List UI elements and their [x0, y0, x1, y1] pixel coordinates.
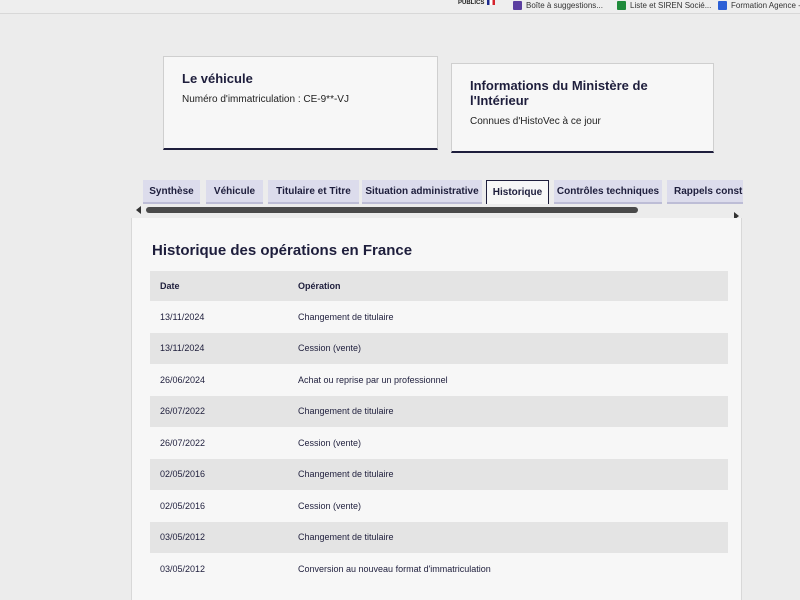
tab-historique[interactable]: Historique: [486, 180, 549, 204]
row-operation: Conversion au nouveau format d'immatricu…: [288, 553, 728, 585]
row-date: 02/05/2016: [150, 458, 288, 490]
tab-rappels-constructeur[interactable]: Rappels constru: [667, 180, 743, 204]
doc-icon: [718, 1, 727, 10]
table-row: 03/05/2012 Conversion au nouveau format …: [150, 553, 728, 585]
scroll-left-arrow-icon[interactable]: [136, 206, 141, 214]
row-operation: Changement de titulaire: [288, 458, 728, 490]
vehicle-card-title: Le véhicule: [182, 71, 253, 86]
table-header-row: Date Opération: [150, 271, 728, 301]
tab-bar: Synthèse Véhicule Titulaire et Titre Sit…: [143, 180, 743, 206]
tab-titulaire-titre[interactable]: Titulaire et Titre: [268, 180, 359, 204]
bookmark-suggestions[interactable]: Boîte à suggestions...: [513, 1, 603, 10]
flag-icon: [487, 0, 496, 5]
table-row: 26/06/2024 Achat ou reprise par un profe…: [150, 364, 728, 396]
spreadsheet-icon: [617, 1, 626, 10]
tab-situation-administrative[interactable]: Situation administrative: [362, 180, 482, 204]
table-row: 03/05/2012 Changement de titulaire: [150, 521, 728, 553]
column-header-operation: Opération: [288, 271, 728, 301]
row-operation: Cession (vente): [288, 427, 728, 459]
row-date: 13/11/2024: [150, 332, 288, 364]
row-date: 26/06/2024: [150, 364, 288, 396]
republique-logo: PUBLICS: [458, 0, 496, 7]
tab-controles-techniques[interactable]: Contrôles techniques: [554, 180, 662, 204]
document-icon: [513, 1, 522, 10]
row-date: 03/05/2012: [150, 521, 288, 553]
bookmark-liste-siren[interactable]: Liste et SIREN Socié...: [617, 1, 711, 10]
ministry-info-card: Informations du Ministère de l'Intérieur…: [451, 63, 714, 153]
ministry-card-subtitle: Connues d'HistoVec à ce jour: [470, 116, 601, 127]
row-operation: Changement de titulaire: [288, 521, 728, 553]
tabs-scrollbar[interactable]: [136, 205, 742, 220]
logo-text: PUBLICS: [458, 0, 485, 7]
bookmarks-bar: PUBLICS Boîte à suggestions... Liste et …: [0, 0, 800, 14]
row-operation: Changement de titulaire: [288, 395, 728, 427]
row-operation: Cession (vente): [288, 332, 728, 364]
table-row: 02/05/2016 Changement de titulaire: [150, 458, 728, 490]
bookmark-label: Liste et SIREN Socié...: [630, 1, 712, 10]
row-operation: Changement de titulaire: [288, 301, 728, 333]
history-panel: Historique des opérations en France Date…: [131, 218, 742, 600]
bookmark-label: Formation Agence -...: [731, 1, 800, 10]
history-table: Date Opération 13/11/2024 Changement de …: [150, 271, 728, 585]
tab-vehicule[interactable]: Véhicule: [206, 180, 263, 204]
bookmark-label: Boîte à suggestions...: [526, 1, 603, 10]
row-operation: Achat ou reprise par un professionnel: [288, 364, 728, 396]
bookmark-formation-agence[interactable]: Formation Agence -...: [718, 1, 800, 10]
table-row: 26/07/2022 Changement de titulaire: [150, 395, 728, 427]
vehicle-card: Le véhicule Numéro d'immatriculation : C…: [163, 56, 438, 150]
history-title: Historique des opérations en France: [152, 242, 413, 259]
row-date: 13/11/2024: [150, 301, 288, 333]
plate-number-text: Numéro d'immatriculation : CE-9**-VJ: [182, 94, 349, 105]
scrollbar-thumb[interactable]: [146, 207, 638, 213]
table-row: 13/11/2024 Changement de titulaire: [150, 301, 728, 333]
column-header-date: Date: [150, 271, 288, 301]
table-row: 13/11/2024 Cession (vente): [150, 332, 728, 364]
row-operation: Cession (vente): [288, 490, 728, 522]
tab-synthese[interactable]: Synthèse: [143, 180, 200, 204]
ministry-card-title: Informations du Ministère de l'Intérieur: [470, 78, 648, 108]
row-date: 03/05/2012: [150, 553, 288, 585]
table-row: 26/07/2022 Cession (vente): [150, 427, 728, 459]
row-date: 02/05/2016: [150, 490, 288, 522]
row-date: 26/07/2022: [150, 427, 288, 459]
table-row: 02/05/2016 Cession (vente): [150, 490, 728, 522]
row-date: 26/07/2022: [150, 395, 288, 427]
